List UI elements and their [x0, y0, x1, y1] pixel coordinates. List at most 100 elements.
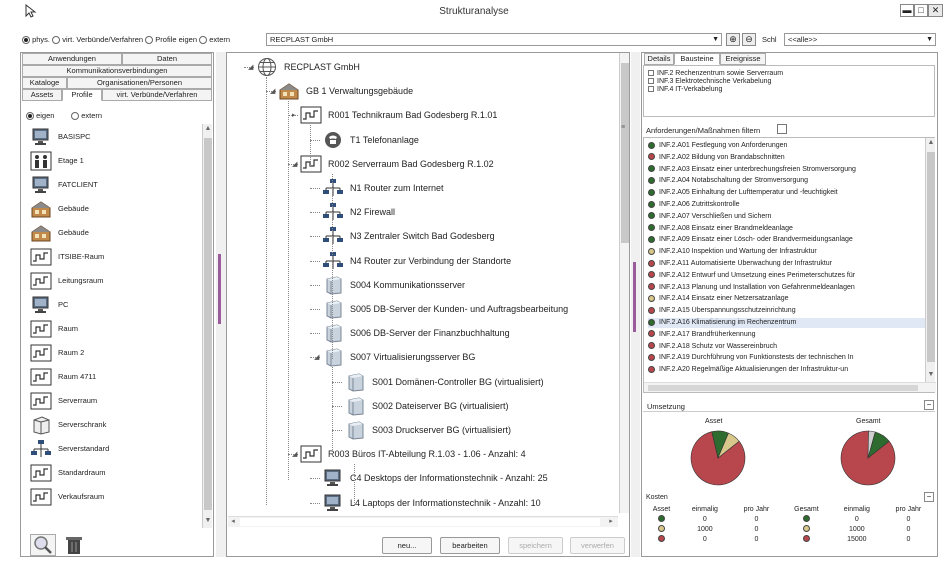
measure-item[interactable]: INF.2.A06 Zutrittskontrolle — [648, 200, 926, 210]
profile-item[interactable]: PC — [28, 294, 202, 316]
measure-item[interactable]: INF.2.A12 Entwurf und Umsetzung eines Pe… — [648, 271, 926, 281]
splitter-grip[interactable] — [218, 254, 221, 324]
measure-item[interactable]: INF.2.A10 Inspektion und Wartung der Inf… — [648, 247, 926, 257]
expander-icon[interactable]: ◢ — [314, 353, 319, 361]
radio-virt[interactable] — [52, 36, 61, 45]
scroll-down-icon[interactable]: ▼ — [926, 370, 936, 380]
expander-icon[interactable]: ◢ — [270, 87, 275, 95]
tab-assets[interactable]: Assets — [22, 89, 62, 101]
profile-item[interactable]: Serverstandard — [28, 438, 202, 460]
measure-item[interactable]: INF.2.A03 Einsatz einer unterbrechungsfr… — [648, 165, 926, 175]
tab-ereignisse[interactable]: Ereignisse — [720, 53, 766, 65]
tab-bausteine[interactable]: Bausteine — [674, 53, 720, 65]
radio-own[interactable] — [26, 112, 34, 121]
scroll-up-icon[interactable]: ▲ — [926, 138, 936, 148]
radio-extern[interactable] — [199, 36, 208, 45]
discard-button[interactable]: verwerfen — [570, 537, 625, 554]
tab-profile[interactable]: Profile — [62, 89, 102, 101]
close-button[interactable]: ✕ — [928, 4, 943, 17]
profile-item[interactable]: Gebäude — [28, 198, 202, 220]
profile-item[interactable]: FATCLIENT — [28, 174, 202, 196]
measure-item[interactable]: INF.2.A04 Notabschaltung der Stromversor… — [648, 176, 926, 186]
module-checkbox[interactable] — [648, 86, 654, 93]
search-select[interactable]: <<alle>> ▼ — [784, 33, 936, 46]
scroll-right-icon[interactable]: ▸ — [606, 517, 616, 527]
tab-details[interactable]: Details — [644, 53, 674, 65]
delete-button[interactable] — [62, 534, 86, 556]
profile-item[interactable]: Gebäude — [28, 222, 202, 244]
splitter-grip[interactable] — [633, 262, 636, 332]
tree-scroll-thumb[interactable] — [621, 63, 629, 243]
module-checkbox[interactable] — [648, 70, 654, 77]
measure-item[interactable]: INF.2.A01 Festlegung von Anforderungen — [648, 141, 926, 151]
measure-item[interactable]: INF.2.A18 Schutz vor Wassereinbruch — [648, 342, 926, 352]
measure-item[interactable]: INF.2.A14 Einsatz einer Netzersatzanlage — [648, 294, 926, 304]
measure-item[interactable]: INF.2.A05 Einhaltung der Lufttemperatur … — [648, 188, 926, 198]
profile-item[interactable]: Standardraum — [28, 462, 202, 484]
measures-hscroll-thumb[interactable] — [648, 385, 918, 391]
measures-scroll-thumb[interactable] — [927, 152, 935, 362]
new-button[interactable]: neu... — [382, 537, 432, 554]
measure-item[interactable]: INF.2.A02 Bildung von Brandabschnitten — [648, 153, 926, 163]
measure-item[interactable]: INF.2.A17 Brandfrüherkennung — [648, 330, 926, 340]
profile-item[interactable]: Raum — [28, 318, 202, 340]
profile-item[interactable]: Etage 1 — [28, 150, 202, 172]
tab-anwendungen[interactable]: Anwendungen — [22, 53, 122, 65]
measure-item[interactable]: INF.2.A13 Planung und Installation von G… — [648, 283, 926, 293]
profile-item[interactable]: Raum 2 — [28, 342, 202, 364]
tab-kommunikation[interactable]: Kommunikationsverbindungen — [22, 65, 212, 77]
measure-item[interactable]: INF.2.A19 Durchführung von Funktionstest… — [648, 353, 926, 363]
module-item[interactable]: INF.2 Rechenzentrum sowie Serverraum — [648, 70, 783, 78]
tab-virt-verbuende[interactable]: virt. Verbünde/Verfahren — [102, 89, 212, 101]
expander-icon[interactable]: ▸ — [292, 111, 296, 119]
tab-organisationen[interactable]: Organisationen/Personen — [67, 77, 212, 89]
zoom-out-button[interactable]: ⊖ — [742, 33, 756, 46]
measure-item[interactable]: INF.2.A16 Klimatisierung im Rechenzentru… — [648, 318, 926, 328]
scroll-down-icon[interactable]: ▼ — [203, 516, 213, 526]
save-button[interactable]: speichern — [508, 537, 563, 554]
left-scroll-thumb[interactable] — [204, 138, 212, 510]
radio-ext[interactable] — [71, 112, 80, 121]
measure-item[interactable]: INF.2.A20 Regelmäßige Aktualisierungen d… — [648, 365, 926, 375]
minimize-button[interactable]: ▬ — [900, 4, 914, 17]
profile-item[interactable]: BASISPC — [28, 126, 202, 148]
tab-daten[interactable]: Daten — [122, 53, 212, 65]
measure-item[interactable]: INF.2.A07 Verschließen und Sichern — [648, 212, 926, 222]
tree-hscroll-thumb[interactable] — [240, 518, 600, 526]
module-item[interactable]: INF.3 Elektrotechnische Verkabelung — [648, 78, 783, 86]
left-scrollbar[interactable]: ▲ ▼ — [202, 124, 212, 528]
collapse-costs-button[interactable]: − — [924, 492, 934, 502]
measure-item[interactable]: INF.2.A09 Einsatz einer Lösch- oder Bran… — [648, 235, 926, 245]
expander-icon[interactable]: ◢ — [292, 450, 297, 458]
expander-icon[interactable]: ◢ — [248, 63, 253, 71]
profile-item[interactable]: Raum 4711 — [28, 366, 202, 388]
profile-item[interactable]: Verkaufsraum — [28, 486, 202, 508]
profile-item[interactable]: Serverraum — [28, 390, 202, 412]
radio-profile[interactable] — [145, 36, 154, 45]
profile-item[interactable]: ITSIBE-Raum — [28, 246, 202, 268]
measure-item[interactable]: INF.2.A15 Überspannungsschutzeinrichtung — [648, 306, 926, 316]
zoom-in-button[interactable]: ⊕ — [726, 33, 740, 46]
measures-hscrollbar[interactable] — [644, 382, 936, 392]
tab-kataloge[interactable]: Kataloge — [22, 77, 67, 89]
expander-icon[interactable]: ◢ — [292, 160, 297, 168]
company-select[interactable]: RECPLAST GmbH ▼ — [266, 33, 722, 46]
scroll-up-icon[interactable]: ▲ — [203, 124, 213, 134]
module-item[interactable]: INF.4 IT-Verkabelung — [648, 86, 783, 94]
tree-scrollbar[interactable] — [619, 53, 629, 513]
measure-item[interactable]: INF.2.A08 Einsatz einer Brandmeldeanlage — [648, 224, 926, 234]
measure-item[interactable]: INF.2.A11 Automatisierte Überwachung der… — [648, 259, 926, 269]
tree-hscrollbar[interactable]: ◂ ▸ — [228, 516, 618, 527]
filter-checkbox[interactable] — [777, 124, 787, 134]
search-button[interactable] — [30, 534, 56, 556]
edit-button[interactable]: bearbeiten — [440, 537, 500, 554]
collapse-handle[interactable]: ≡ — [621, 124, 625, 131]
module-checkbox[interactable] — [648, 78, 654, 85]
collapse-umsetzung-button[interactable]: − — [924, 400, 934, 410]
radio-phys[interactable] — [22, 36, 30, 45]
maximize-button[interactable]: □ — [914, 4, 928, 17]
profile-item[interactable]: Serverschrank — [28, 414, 202, 436]
scroll-left-icon[interactable]: ◂ — [228, 517, 238, 527]
profile-item[interactable]: Leitungsraum — [28, 270, 202, 292]
measures-scrollbar[interactable]: ▲ ▼ — [925, 138, 935, 382]
